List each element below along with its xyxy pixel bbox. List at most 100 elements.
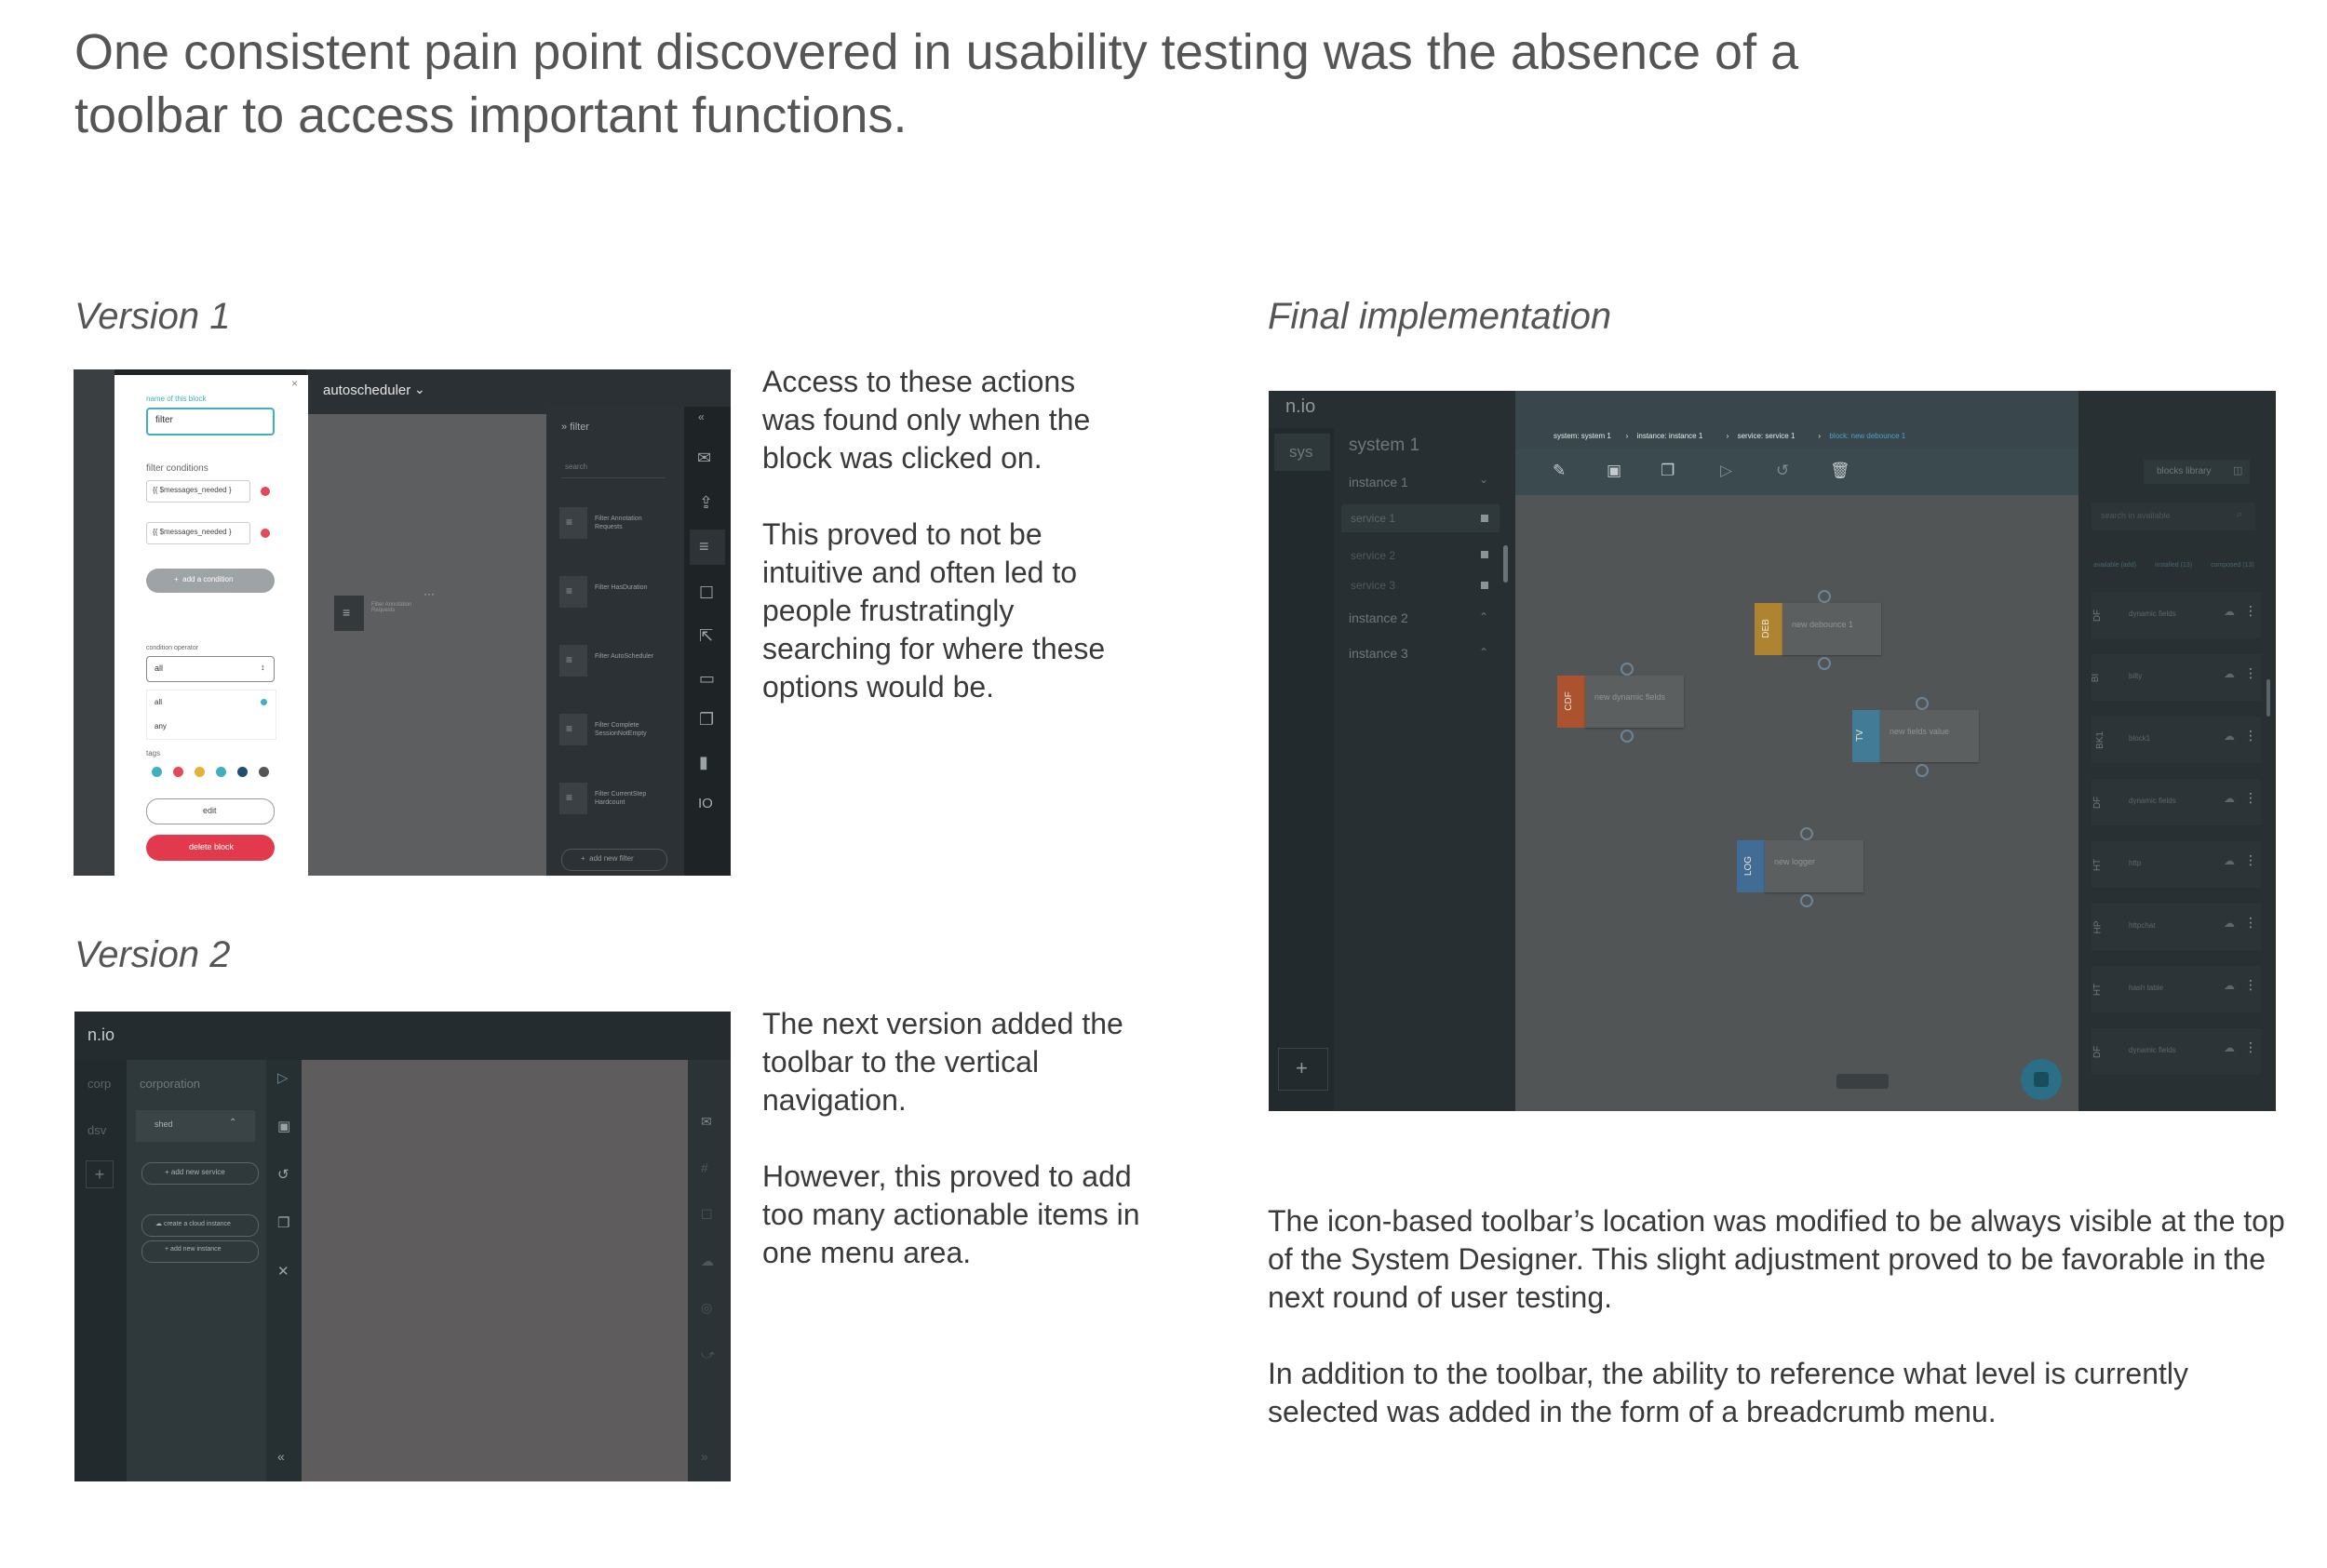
output-port-icon[interactable] xyxy=(1818,657,1831,670)
chevron-down-icon[interactable]: ⌄ xyxy=(1479,473,1488,486)
option-all[interactable]: all xyxy=(155,698,162,706)
block-body[interactable] xyxy=(1585,676,1684,728)
input-port-icon[interactable] xyxy=(1916,697,1929,710)
frame-icon[interactable]: ☐ xyxy=(701,1207,713,1223)
input-port-icon[interactable] xyxy=(1621,663,1634,676)
library-item[interactable] xyxy=(2092,841,2261,888)
hash-icon[interactable]: # xyxy=(701,1160,708,1175)
name-input[interactable]: filter xyxy=(146,408,275,436)
filter-item-label[interactable]: Filter CurrentStep Hardcount xyxy=(595,790,669,807)
system-name[interactable]: system 1 xyxy=(1349,436,1419,456)
add-system-button[interactable]: + xyxy=(86,1160,114,1188)
output-port-icon[interactable] xyxy=(1800,894,1813,907)
add-system-button[interactable]: + xyxy=(1278,1048,1328,1091)
more-vertical-icon[interactable]: ⋮ xyxy=(2244,915,2257,931)
library-item[interactable] xyxy=(2092,904,2261,950)
more-icon[interactable]: ··· xyxy=(424,587,435,600)
system-dsv[interactable]: dsv xyxy=(87,1123,106,1137)
condition-2-input[interactable]: {{ $messages_needed } xyxy=(146,522,250,544)
zoom-control[interactable] xyxy=(1836,1074,1889,1089)
service-2-item[interactable]: service 2 xyxy=(1351,549,1395,562)
library-item[interactable] xyxy=(2092,779,2261,825)
collapse-icon[interactable]: « xyxy=(277,1449,285,1464)
library-item[interactable] xyxy=(2092,592,2261,638)
edit-icon[interactable]: ✎ xyxy=(1553,462,1566,480)
library-tab-available[interactable]: available (add) xyxy=(2093,562,2136,569)
copy-icon[interactable]: ❐ xyxy=(699,710,714,730)
mail-icon[interactable]: ✉ xyxy=(701,1114,712,1130)
close-icon[interactable]: × xyxy=(291,377,298,390)
input-port-icon[interactable] xyxy=(1818,590,1831,603)
undo-icon[interactable]: ↺ xyxy=(1776,462,1789,480)
chevron-down-icon[interactable]: ⌄ xyxy=(414,382,425,397)
more-vertical-icon[interactable]: ⋮ xyxy=(2244,665,2257,681)
filter-item-label[interactable]: Filter HasDuration xyxy=(595,583,669,592)
library-item[interactable] xyxy=(2092,717,2261,763)
edit-button[interactable]: edit xyxy=(146,798,275,824)
play-icon[interactable]: ▷ xyxy=(277,1069,289,1086)
filter-item-label[interactable]: Filter Annotation Requests xyxy=(595,515,669,531)
filter-item-icon[interactable] xyxy=(559,645,587,677)
expand-icon[interactable]: » xyxy=(701,1449,708,1464)
globe-icon[interactable]: ◎ xyxy=(701,1300,712,1316)
save-icon[interactable]: ▣ xyxy=(277,1118,290,1134)
create-cloud-instance-button[interactable]: ☁ create a cloud instance xyxy=(141,1214,259,1237)
trash-icon[interactable]: 🗑 xyxy=(1830,462,1850,480)
output-port-icon[interactable] xyxy=(1621,730,1634,743)
copy-icon[interactable]: ❐ xyxy=(277,1214,289,1231)
service-3-item[interactable]: service 3 xyxy=(1351,579,1395,592)
tag-color-swatch[interactable] xyxy=(195,767,205,777)
library-scrollbar[interactable] xyxy=(2266,679,2270,717)
breadcrumb-item[interactable]: service: service 1 xyxy=(1738,432,1796,440)
play-icon[interactable]: ▷ xyxy=(1720,462,1732,480)
condition-1-input[interactable]: {{ $messages_needed } xyxy=(146,480,250,503)
more-vertical-icon[interactable]: ⋮ xyxy=(2244,790,2257,806)
more-vertical-icon[interactable]: ⋮ xyxy=(2244,1039,2257,1055)
filter-item-icon[interactable] xyxy=(559,783,587,814)
block-body[interactable] xyxy=(1765,840,1863,892)
scrollbar[interactable] xyxy=(1503,545,1508,583)
cloud-download-icon[interactable]: ☁ xyxy=(2224,854,2235,867)
io-icon[interactable]: IO xyxy=(698,796,713,811)
remove-condition-1-icon[interactable] xyxy=(261,487,270,496)
blocks-library-button[interactable]: blocks library ◫ xyxy=(2144,460,2250,484)
instance-3[interactable]: instance 3 xyxy=(1349,646,1408,661)
more-vertical-icon[interactable]: ⋮ xyxy=(2244,728,2257,744)
mail-icon[interactable]: ✉ xyxy=(697,449,711,468)
tag-color-swatch[interactable] xyxy=(152,767,162,777)
instance-2[interactable]: instance 2 xyxy=(1349,610,1408,625)
system-tab[interactable]: sys xyxy=(1274,434,1330,471)
add-instance-button[interactable]: + add new instance xyxy=(141,1240,259,1263)
breadcrumb-item[interactable]: instance: instance 1 xyxy=(1637,432,1703,440)
cloud-download-icon[interactable]: ☁ xyxy=(2224,1041,2235,1054)
add-new-filter-button[interactable]: + add new filter xyxy=(561,849,667,871)
service-item[interactable]: shed ⌃ xyxy=(136,1110,255,1142)
library-search-input[interactable]: search in available ⌕ xyxy=(2092,503,2255,530)
tag-color-swatch[interactable] xyxy=(237,767,248,777)
library-item[interactable] xyxy=(2092,966,2261,1012)
cloud-download-icon[interactable]: ☁ xyxy=(2224,792,2235,805)
org-name[interactable]: corporation xyxy=(140,1077,200,1091)
filter-item-label[interactable]: Filter Complete SessionNotEmpty xyxy=(595,721,669,738)
cloud-download-icon[interactable]: ☁ xyxy=(2224,730,2235,743)
cloud-download-icon[interactable]: ☁ xyxy=(2224,917,2235,930)
filter-item-icon[interactable] xyxy=(559,507,587,539)
chevron-up-icon[interactable]: ⌃ xyxy=(1479,646,1488,659)
more-vertical-icon[interactable]: ⋮ xyxy=(2244,603,2257,619)
cloud-download-icon[interactable]: ☁ xyxy=(2224,979,2235,992)
cloud-icon[interactable]: ☁ xyxy=(701,1253,714,1269)
remove-condition-2-icon[interactable] xyxy=(261,529,270,538)
frame-icon[interactable]: ☐ xyxy=(699,583,714,603)
filter-item-label[interactable]: Filter AutoScheduler xyxy=(595,652,669,661)
save-icon[interactable]: ▣ xyxy=(1607,462,1621,480)
filter-item-icon[interactable] xyxy=(559,714,587,745)
block-body[interactable] xyxy=(1880,710,1979,762)
close-icon[interactable]: ✕ xyxy=(277,1263,289,1280)
filter-block-icon[interactable]: ≡ xyxy=(334,596,364,631)
operator-select[interactable]: all ↕ xyxy=(146,656,275,682)
tag-color-swatch[interactable] xyxy=(216,767,226,777)
comment-icon[interactable]: ▭ xyxy=(699,669,715,689)
more-vertical-icon[interactable]: ⋮ xyxy=(2244,852,2257,868)
system-corp[interactable]: corp xyxy=(87,1077,111,1091)
chevron-up-icon[interactable]: ⌃ xyxy=(1479,610,1488,623)
